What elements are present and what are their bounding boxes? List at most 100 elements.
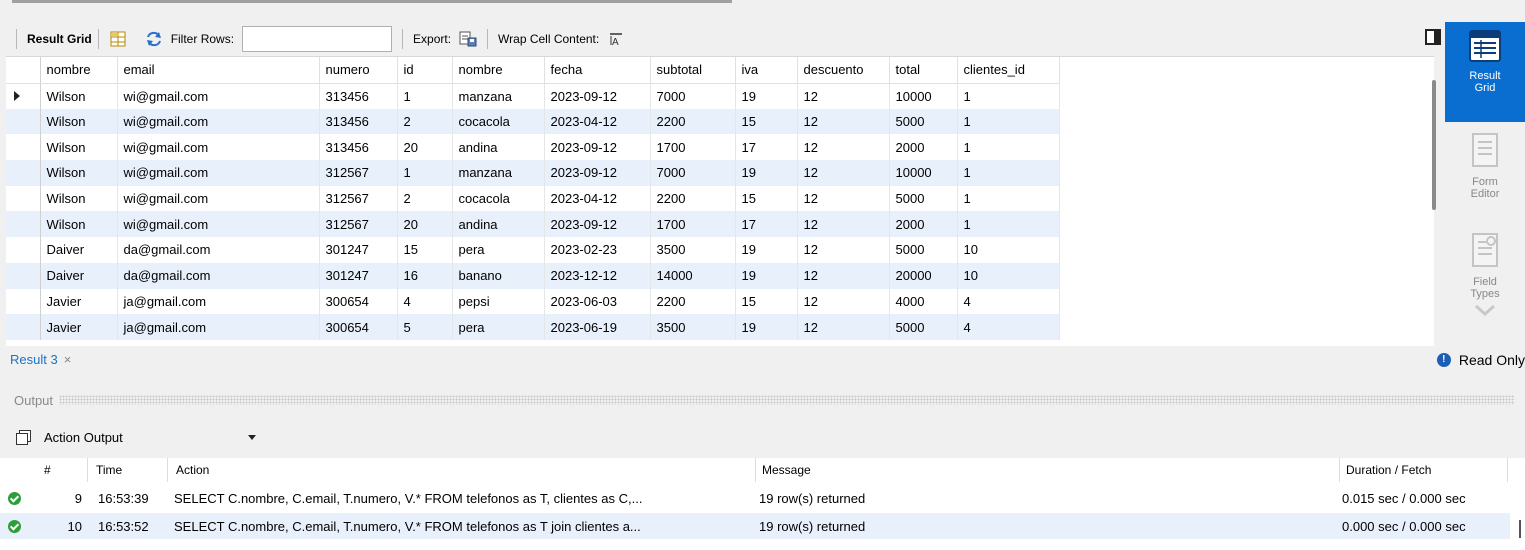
grid-cell[interactable]: wi@gmail.com [117,211,320,238]
grid-cell[interactable]: 2023-12-12 [544,262,651,289]
grid-cell[interactable]: 301247 [319,237,398,263]
grid-cell[interactable]: ja@gmail.com [117,314,320,340]
grid-cell[interactable]: 3500 [650,237,736,263]
grid-cell[interactable]: 2023-06-03 [544,288,651,315]
grid-cell[interactable]: 300654 [319,288,398,315]
grid-cell[interactable]: 1700 [650,211,736,238]
column-header[interactable]: # [34,458,88,482]
column-header[interactable]: total [889,57,958,84]
row-marker[interactable] [6,262,41,289]
grid-cell[interactable]: 4 [957,314,1060,340]
grid-cell[interactable]: 12 [797,314,890,340]
column-header[interactable]: subtotal [650,57,736,84]
grid-cell[interactable]: 12 [797,211,890,238]
grid-cell[interactable]: Daiver [40,237,118,263]
grid-cell[interactable]: 15 [735,288,798,315]
grid-cell[interactable]: 2200 [650,288,736,315]
grid-cell[interactable]: Wilson [40,134,118,161]
chevron-down-icon[interactable] [1474,304,1496,316]
grid-cell[interactable]: wi@gmail.com [117,160,320,186]
grid-cell[interactable]: wi@gmail.com [117,134,320,161]
grid-cell[interactable]: 17 [735,134,798,161]
grid-cell[interactable]: wi@gmail.com [117,108,320,135]
column-header[interactable]: email [117,57,320,84]
grid-cell[interactable]: ja@gmail.com [117,288,320,315]
grid-cell[interactable]: 2023-04-12 [544,108,651,135]
tab-result-3[interactable]: Result 3 × [10,352,71,367]
row-marker[interactable] [6,314,41,340]
row-marker[interactable] [6,160,41,186]
row-marker[interactable] [6,237,41,263]
grid-cell[interactable]: 7000 [650,160,736,186]
grid-cell[interactable]: 5000 [889,237,958,263]
grid-cell[interactable]: 301247 [319,262,398,289]
grid-cell[interactable]: 1 [957,185,1060,212]
panel-toggle-icon[interactable] [1425,29,1441,45]
grid-cell[interactable]: 1 [957,134,1060,161]
grid-cell[interactable]: 10 [957,237,1060,263]
grid-cell[interactable]: da@gmail.com [117,262,320,289]
grid-cell[interactable]: 1 [957,108,1060,135]
copy-icon[interactable] [16,430,31,445]
export-icon[interactable] [459,30,477,48]
output-vertical-scrollbar[interactable] [1519,520,1521,538]
grid-cell[interactable]: 313456 [319,108,398,135]
grid-cell[interactable]: 2200 [650,108,736,135]
row-marker[interactable] [6,134,41,161]
grid-cell[interactable]: 2023-02-23 [544,237,651,263]
column-header[interactable]: Action [170,458,756,482]
grid-cell[interactable]: 1 [957,160,1060,186]
table-row[interactable]: Wilson wi@gmail.com 313456 1 manzana 2023-09-… [6,83,1060,109]
column-header[interactable]: descuento [797,57,890,84]
grid-cell[interactable]: 5 [397,314,453,340]
grid-cell[interactable]: pera [452,314,545,340]
table-row[interactable]: Wilson wi@gmail.com 313456 20 andina 2023-09-… [6,134,1060,161]
grid-cell[interactable]: 2 [397,185,453,212]
table-row[interactable]: Wilson wi@gmail.com 313456 2 cocacola 2023-04… [6,108,1060,135]
grid-cell[interactable]: 20 [397,134,453,161]
grid-cell[interactable]: 2023-09-12 [544,160,651,186]
grid-cell[interactable]: 14000 [650,262,736,289]
table-row[interactable]: Wilson wi@gmail.com 312567 2 cocacola 2023-04… [6,185,1060,212]
grid-cell[interactable]: pepsi [452,288,545,315]
grid-cell[interactable]: 12 [797,160,890,186]
column-header[interactable]: iva [735,57,798,84]
grid-cell[interactable]: da@gmail.com [117,237,320,263]
grid-cell[interactable]: 20 [397,211,453,238]
grid-cell[interactable]: manzana [452,160,545,186]
grid-cell[interactable]: 12 [797,83,890,109]
field-types-panel-button[interactable]: Field Types [1445,232,1525,322]
output-row[interactable]: 9 16:53:39 SELECT C.nombre, C.email, T.n… [0,485,1510,511]
grid-cell[interactable]: 2023-09-12 [544,83,651,109]
grid-cell[interactable]: 1 [957,83,1060,109]
grid-cell[interactable]: Javier [40,288,118,315]
grid-cell[interactable]: 19 [735,262,798,289]
grid-cell[interactable]: 2023-04-12 [544,185,651,212]
grid-cell[interactable]: 10 [957,262,1060,289]
grid-cell[interactable]: 12 [797,108,890,135]
grid-cell[interactable]: Wilson [40,160,118,186]
column-header[interactable]: Message [756,458,1340,482]
column-header[interactable]: id [397,57,453,84]
grid-cell[interactable]: 19 [735,83,798,109]
grid-cell[interactable]: 1 [397,83,453,109]
row-marker[interactable] [6,185,41,212]
grid-cell[interactable]: andina [452,211,545,238]
grid-cell[interactable]: 5000 [889,185,958,212]
grid-cell[interactable]: 5000 [889,314,958,340]
grid-cell[interactable]: 312567 [319,211,398,238]
column-header[interactable]: nombre [452,57,545,84]
grid-cell[interactable]: 4000 [889,288,958,315]
grid-cell[interactable]: 2200 [650,185,736,212]
column-header[interactable]: Time [90,458,168,482]
grid-cell[interactable]: 1 [397,160,453,186]
row-marker[interactable] [6,108,41,135]
grid-cell[interactable]: 5000 [889,108,958,135]
row-marker[interactable] [6,211,41,238]
column-header[interactable]: fecha [544,57,651,84]
grid-cell[interactable]: wi@gmail.com [117,185,320,212]
output-row[interactable]: 10 16:53:52 SELECT C.nombre, C.email, T.… [0,513,1510,539]
grid-cell[interactable]: 3500 [650,314,736,340]
row-marker[interactable] [6,83,41,109]
result-grid-panel-button[interactable]: Result Grid [1445,22,1525,122]
